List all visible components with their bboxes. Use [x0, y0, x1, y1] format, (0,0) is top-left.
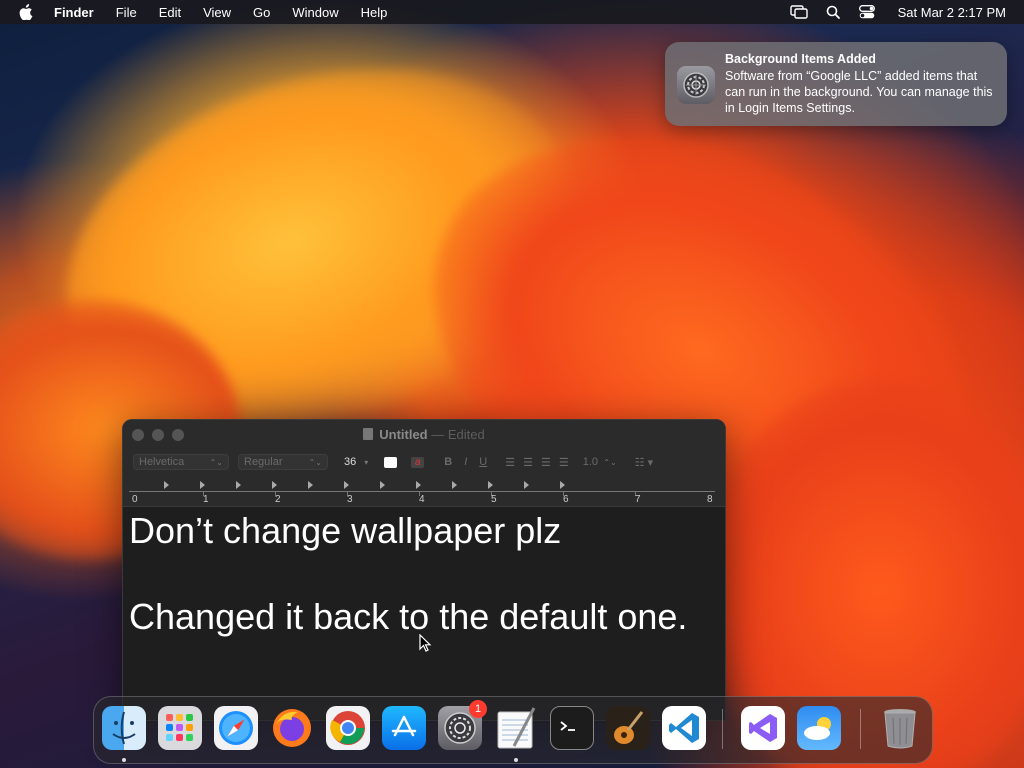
tab-stop-marker[interactable]	[200, 481, 205, 489]
text-ruler[interactable]: 0 1 2 3 4 5 6 7 8	[123, 478, 725, 507]
document-icon	[363, 428, 374, 440]
document-line-1: Don’t change wallpaper plz	[129, 510, 562, 551]
highlight-color-swatch[interactable]: a	[411, 456, 425, 468]
menu-bar: Finder File Edit View Go Window Help Sat…	[0, 0, 1024, 24]
tab-stop-marker[interactable]	[524, 481, 529, 489]
tab-stop-marker[interactable]	[452, 481, 457, 489]
stepper-chevron-icon: ⌃⌄	[603, 457, 617, 467]
font-family-value: Helvetica	[139, 456, 185, 468]
control-center-icon[interactable]	[858, 4, 876, 20]
vscode-icon[interactable]	[662, 706, 706, 750]
tab-stop-marker[interactable]	[488, 481, 493, 489]
ruler-number: 5	[491, 494, 497, 505]
window-title-separator: —	[431, 427, 445, 442]
menu-edit[interactable]: Edit	[159, 5, 181, 20]
align-left-icon[interactable]: ☰	[505, 456, 515, 469]
dock-separator	[860, 709, 861, 749]
text-color-swatch[interactable]	[384, 456, 398, 468]
tab-stop-marker[interactable]	[380, 481, 385, 489]
notification-title: Background Items Added	[725, 52, 876, 66]
window-title-status: Edited	[447, 427, 485, 442]
terminal-icon[interactable]	[550, 706, 594, 750]
trash-icon[interactable]	[878, 706, 922, 750]
firefox-icon[interactable]	[270, 706, 314, 750]
tab-stop-marker[interactable]	[308, 481, 313, 489]
ruler-number: 6	[563, 494, 569, 505]
textedit-icon[interactable]	[494, 706, 538, 750]
notification-body: Software from “Google LLC” added items t…	[725, 69, 993, 115]
running-indicator	[514, 758, 518, 762]
ruler-number: 2	[275, 494, 281, 505]
textedit-window: Untitled — Edited Helvetica ⌃⌄ Regular ⌃⌄ …	[122, 419, 726, 721]
italic-button[interactable]: I	[464, 456, 467, 468]
running-indicator	[122, 758, 126, 762]
font-style-value: Regular	[244, 456, 283, 468]
ruler-number: 4	[419, 494, 425, 505]
menu-view[interactable]: View	[203, 5, 231, 20]
system-settings-icon[interactable]: 1	[438, 700, 487, 750]
bold-button[interactable]: B	[444, 456, 452, 468]
ruler-number: 1	[203, 494, 209, 505]
menu-go[interactable]: Go	[253, 5, 270, 20]
stepper-chevron-icon: ⌃⌄	[209, 457, 223, 467]
screen-mirroring-icon[interactable]	[789, 4, 808, 20]
safari-icon[interactable]	[214, 706, 258, 750]
align-right-icon[interactable]: ☰	[541, 456, 551, 469]
tab-stop-marker[interactable]	[560, 481, 565, 489]
chrome-icon[interactable]	[326, 706, 370, 750]
tab-stop-marker[interactable]	[236, 481, 241, 489]
ruler-number: 8	[707, 494, 713, 505]
finder-icon[interactable]	[102, 706, 146, 750]
search-icon[interactable]	[824, 4, 842, 20]
ruler-number: 3	[347, 494, 353, 505]
tab-stop-marker[interactable]	[164, 481, 169, 489]
notification-badge: 1	[469, 700, 487, 718]
line-spacing-value: 1.0	[582, 456, 599, 468]
mouse-pointer-icon	[419, 634, 432, 652]
font-style-select[interactable]: Regular ⌃⌄	[238, 454, 328, 470]
font-size-value: 36	[344, 456, 357, 468]
dock: 1	[93, 696, 933, 764]
ruler-baseline	[129, 491, 715, 492]
background-items-notification[interactable]: Background Items Added Software from “Go…	[665, 42, 1007, 126]
tab-stop-marker[interactable]	[416, 481, 421, 489]
stepper-chevron-icon: ⌃⌄	[308, 457, 322, 467]
ruler-number: 0	[132, 494, 138, 505]
weather-icon[interactable]	[797, 706, 841, 750]
menu-file[interactable]: File	[116, 5, 137, 20]
dock-separator	[722, 709, 723, 749]
align-justify-icon[interactable]: ☰	[559, 456, 569, 469]
document-text-area[interactable]: Don’t change wallpaper plz Changed it ba…	[129, 510, 687, 638]
visual-studio-icon[interactable]	[741, 706, 785, 750]
underline-button[interactable]: U	[479, 456, 487, 468]
tab-stop-marker[interactable]	[272, 481, 277, 489]
align-center-icon[interactable]: ☰	[523, 456, 533, 469]
launchpad-icon[interactable]	[158, 706, 202, 750]
app-store-icon[interactable]	[382, 706, 426, 750]
ruler-number: 7	[635, 494, 641, 505]
chevron-down-icon: ▾	[364, 457, 369, 467]
font-family-select[interactable]: Helvetica ⌃⌄	[133, 454, 229, 470]
list-style-icon[interactable]: ☷ ▾	[635, 456, 653, 469]
menubar-clock[interactable]: Sat Mar 2 2:17 PM	[898, 5, 1006, 20]
menu-app-finder[interactable]: Finder	[54, 5, 94, 20]
document-blank-line	[129, 552, 687, 596]
system-settings-gear-icon	[677, 66, 715, 104]
window-title: Untitled — Edited	[123, 427, 725, 442]
tab-stop-marker[interactable]	[344, 481, 349, 489]
apple-menu-icon[interactable]	[19, 4, 33, 20]
garageband-icon[interactable]	[606, 706, 650, 750]
document-line-2: Changed it back to the default one.	[129, 596, 688, 637]
format-toolbar: Helvetica ⌃⌄ Regular ⌃⌄ 36 ▾ a B I U ☰ ☰ ☰ …	[133, 453, 653, 471]
window-title-name: Untitled	[379, 427, 428, 442]
menu-window[interactable]: Window	[292, 5, 338, 20]
font-size-select[interactable]: 36 ▾	[344, 456, 368, 468]
line-spacing-select[interactable]: 1.0 ⌃⌄	[583, 454, 617, 470]
menu-help[interactable]: Help	[361, 5, 388, 20]
